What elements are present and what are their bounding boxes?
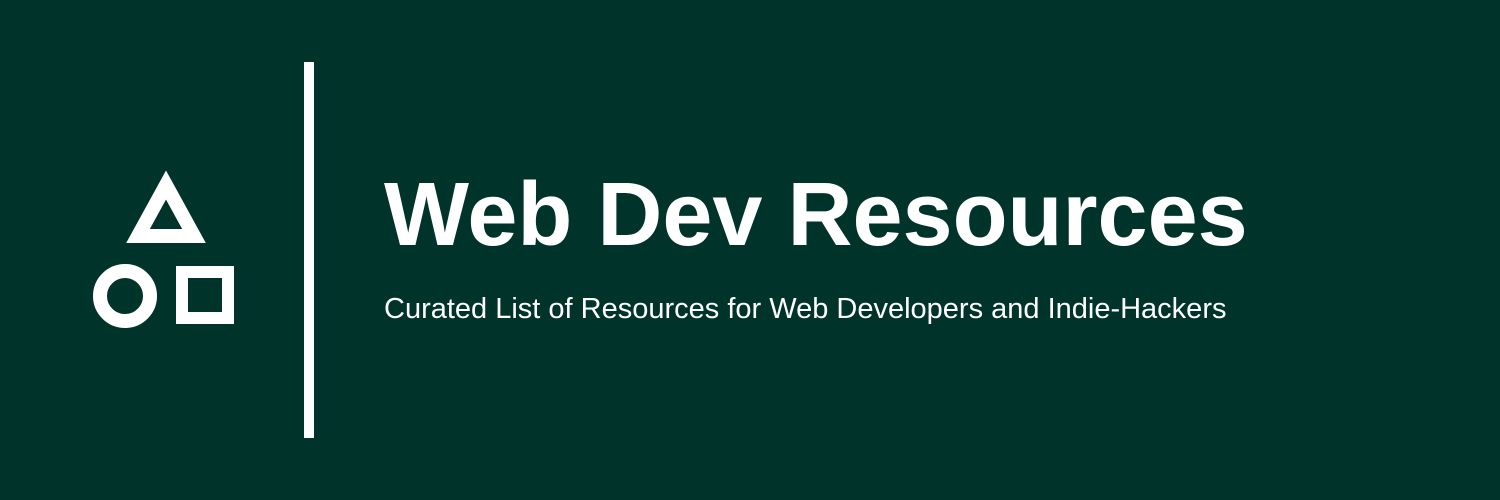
shapes-logo (93, 170, 234, 328)
circle-icon (93, 264, 157, 328)
triangle-icon (126, 170, 206, 243)
page-title: Web Dev Resources (384, 165, 1248, 265)
banner: Web Dev Resources Curated List of Resour… (0, 0, 1500, 500)
vertical-divider (304, 62, 314, 438)
square-icon (176, 266, 234, 324)
page-subtitle: Curated List of Resources for Web Develo… (384, 293, 1227, 325)
